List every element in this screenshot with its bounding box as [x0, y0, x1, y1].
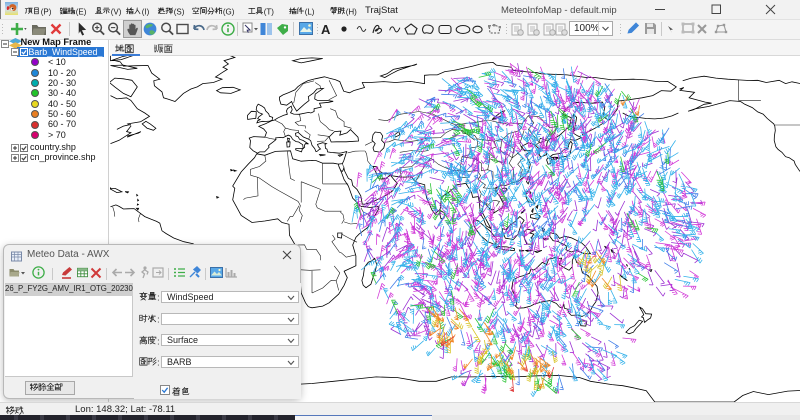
svg-text::: : [157, 293, 159, 303]
svg-text:(S): (S) [173, 7, 184, 16]
svg-text:(H): (H) [346, 7, 357, 16]
svg-text:(L): (L) [305, 7, 315, 16]
svg-text::: : [157, 358, 159, 368]
svg-text:(I): (I) [142, 7, 150, 16]
svg-text::: : [157, 315, 159, 325]
svg-text:(E): (E) [76, 7, 87, 16]
svg-text:(P): (P) [41, 7, 52, 16]
svg-text:(V): (V) [110, 7, 121, 16]
svg-text::: : [157, 336, 159, 346]
svg-text:(G): (G) [223, 7, 235, 16]
svg-text:(T): (T) [263, 7, 274, 16]
